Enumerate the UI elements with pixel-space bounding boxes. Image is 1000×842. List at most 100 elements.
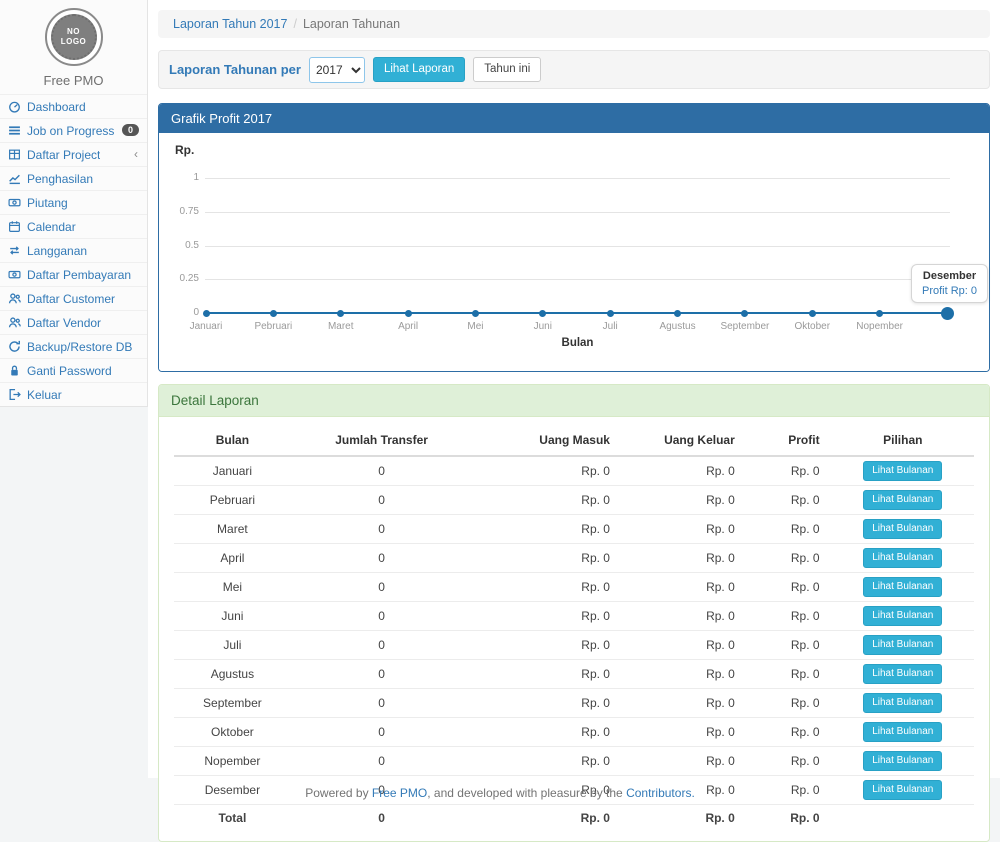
chart-x-tick-label: Mei bbox=[440, 321, 510, 332]
view-monthly-button-september[interactable]: Lihat Bulanan bbox=[863, 693, 942, 713]
chart-point-januari[interactable] bbox=[203, 310, 210, 317]
money-in-cell: Rp. 0 bbox=[472, 602, 622, 631]
profit-cell: Rp. 0 bbox=[747, 718, 832, 747]
monthly-report-table: BulanJumlah TransferUang MasukUang Kelua… bbox=[174, 425, 974, 831]
footer-link-free-pmo[interactable]: Free PMO bbox=[372, 786, 427, 800]
sidebar-item-daftar-customer[interactable]: Daftar Customer bbox=[0, 286, 147, 310]
this-year-button[interactable]: Tahun ini bbox=[473, 57, 541, 83]
action-cell: Lihat Bulanan bbox=[832, 631, 974, 660]
chart-point-april[interactable] bbox=[405, 310, 412, 317]
table-row-mei: Mei0Rp. 0Rp. 0Rp. 0Lihat Bulanan bbox=[174, 573, 974, 602]
money-out-cell: Rp. 0 bbox=[622, 602, 747, 631]
sidebar-item-daftar-project[interactable]: Daftar Project‹ bbox=[0, 142, 147, 166]
chart-point-agustus[interactable] bbox=[674, 310, 681, 317]
table-row-april: April0Rp. 0Rp. 0Rp. 0Lihat Bulanan bbox=[174, 544, 974, 573]
view-monthly-button-pebruari[interactable]: Lihat Bulanan bbox=[863, 490, 942, 510]
no-logo-seal: NO LOGO bbox=[51, 14, 97, 60]
profit-line-chart: Rp. Bulan Desember Profit Rp: 0 10.750.5… bbox=[159, 133, 989, 371]
view-monthly-button-oktober[interactable]: Lihat Bulanan bbox=[863, 722, 942, 742]
action-cell: Lihat Bulanan bbox=[832, 515, 974, 544]
chart-x-tick-label: Nopember bbox=[845, 321, 915, 332]
chart-point-desember[interactable] bbox=[941, 307, 954, 320]
transfer-count-cell: 0 bbox=[291, 660, 473, 689]
table-row-oktober: Oktober0Rp. 0Rp. 0Rp. 0Lihat Bulanan bbox=[174, 718, 974, 747]
view-monthly-button-agustus[interactable]: Lihat Bulanan bbox=[863, 664, 942, 684]
money-out-cell: Rp. 0 bbox=[622, 515, 747, 544]
chart-point-september[interactable] bbox=[741, 310, 748, 317]
money-in-cell: Rp. 0 bbox=[472, 689, 622, 718]
column-header-uang-masuk: Uang Masuk bbox=[472, 425, 622, 456]
money-out-cell: Rp. 0 bbox=[622, 573, 747, 602]
calendar-icon bbox=[8, 220, 21, 233]
breadcrumb-current: Laporan Tahunan bbox=[303, 17, 400, 31]
sidebar-item-daftar-vendor[interactable]: Daftar Vendor bbox=[0, 310, 147, 334]
chart-x-axis-label: Bulan bbox=[205, 337, 950, 349]
month-cell: April bbox=[174, 544, 291, 573]
profit-line-series bbox=[206, 312, 947, 314]
profit-cell: Rp. 0 bbox=[747, 660, 832, 689]
chart-point-mei[interactable] bbox=[472, 310, 479, 317]
view-monthly-button-april[interactable]: Lihat Bulanan bbox=[863, 548, 942, 568]
money-in-cell: Rp. 0 bbox=[472, 544, 622, 573]
sidebar-item-backup-restore-db[interactable]: Backup/Restore DB bbox=[0, 334, 147, 358]
chart-gridline bbox=[205, 279, 950, 280]
view-monthly-button-nopember[interactable]: Lihat Bulanan bbox=[863, 751, 942, 771]
view-monthly-button-mei[interactable]: Lihat Bulanan bbox=[863, 577, 942, 597]
chart-point-nopember[interactable] bbox=[876, 310, 883, 317]
tasks-icon bbox=[8, 124, 21, 137]
sidebar-item-daftar-pembayaran[interactable]: Daftar Pembayaran bbox=[0, 262, 147, 286]
sidebar-item-langganan[interactable]: Langganan bbox=[0, 238, 147, 262]
breadcrumb-link-laporan-tahun[interactable]: Laporan Tahun 2017 bbox=[173, 17, 287, 31]
chart-x-tick-label: Oktober bbox=[777, 321, 847, 332]
sidebar-item-label: Langganan bbox=[27, 244, 87, 258]
chart-point-oktober[interactable] bbox=[809, 310, 816, 317]
tooltip-month: Desember bbox=[922, 270, 977, 282]
month-cell: Maret bbox=[174, 515, 291, 544]
profit-cell: Rp. 0 bbox=[747, 689, 832, 718]
detail-report-panel: Detail Laporan BulanJumlah TransferUang … bbox=[158, 384, 990, 842]
money-in-cell: Rp. 0 bbox=[472, 573, 622, 602]
chart-point-juni[interactable] bbox=[539, 310, 546, 317]
year-select[interactable]: 2017 bbox=[309, 57, 365, 83]
column-header-bulan: Bulan bbox=[174, 425, 291, 456]
chart-point-pebruari[interactable] bbox=[270, 310, 277, 317]
sidebar-item-dashboard[interactable]: Dashboard bbox=[0, 94, 147, 118]
action-cell: Lihat Bulanan bbox=[832, 602, 974, 631]
money-out-cell: Rp. 0 bbox=[622, 456, 747, 486]
sidebar-item-keluar[interactable]: Keluar bbox=[0, 382, 147, 406]
chart-y-tick-label: 1 bbox=[159, 172, 199, 183]
table-row-januari: Januari0Rp. 0Rp. 0Rp. 0Lihat Bulanan bbox=[174, 456, 974, 486]
transfer-count-cell: 0 bbox=[291, 573, 473, 602]
view-monthly-button-juli[interactable]: Lihat Bulanan bbox=[863, 635, 942, 655]
sidebar-item-label: Penghasilan bbox=[27, 172, 93, 186]
sidebar-item-job-on-progress[interactable]: Job on Progress0 bbox=[0, 118, 147, 142]
sidebar-item-penghasilan[interactable]: Penghasilan bbox=[0, 166, 147, 190]
column-header-uang-keluar: Uang Keluar bbox=[622, 425, 747, 456]
money-in-cell: Rp. 0 bbox=[472, 660, 622, 689]
view-monthly-button-januari[interactable]: Lihat Bulanan bbox=[863, 461, 942, 481]
table-row-agustus: Agustus0Rp. 0Rp. 0Rp. 0Lihat Bulanan bbox=[174, 660, 974, 689]
sidebar-item-piutang[interactable]: Piutang bbox=[0, 190, 147, 214]
action-cell: Lihat Bulanan bbox=[832, 660, 974, 689]
chart-x-tick-label: September bbox=[710, 321, 780, 332]
table-row-juni: Juni0Rp. 0Rp. 0Rp. 0Lihat Bulanan bbox=[174, 602, 974, 631]
month-cell: Oktober bbox=[174, 718, 291, 747]
sidebar-item-label: Dashboard bbox=[27, 100, 86, 114]
transfer-count-cell: 0 bbox=[291, 689, 473, 718]
chart-point-juli[interactable] bbox=[607, 310, 614, 317]
money-icon bbox=[8, 196, 21, 209]
refresh-icon bbox=[8, 340, 21, 353]
page-footer: Powered by Free PMO, and developed with … bbox=[0, 786, 1000, 800]
sidebar-item-calendar[interactable]: Calendar bbox=[0, 214, 147, 238]
view-monthly-button-maret[interactable]: Lihat Bulanan bbox=[863, 519, 942, 539]
table-row-nopember: Nopember0Rp. 0Rp. 0Rp. 0Lihat Bulanan bbox=[174, 747, 974, 776]
month-cell: Mei bbox=[174, 573, 291, 602]
chart-point-maret[interactable] bbox=[337, 310, 344, 317]
money-in-cell: Rp. 0 bbox=[472, 515, 622, 544]
view-monthly-button-juni[interactable]: Lihat Bulanan bbox=[863, 606, 942, 626]
money-out-cell: Rp. 0 bbox=[622, 718, 747, 747]
money-in-cell: Rp. 0 bbox=[472, 456, 622, 486]
sidebar-item-ganti-password[interactable]: Ganti Password bbox=[0, 358, 147, 382]
footer-link-contributors[interactable]: Contributors. bbox=[626, 786, 695, 800]
view-report-button[interactable]: Lihat Laporan bbox=[373, 57, 465, 83]
